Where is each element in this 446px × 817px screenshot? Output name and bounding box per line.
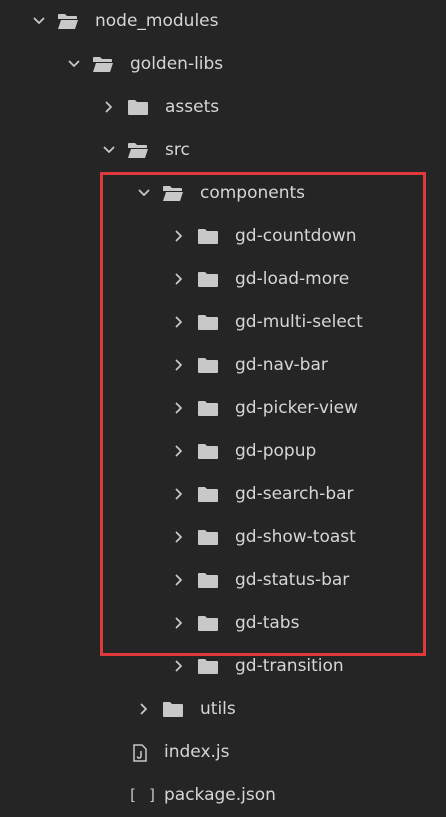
chevron-right-icon[interactable] [171, 516, 187, 559]
folder-icon [197, 387, 219, 430]
tree-item-label: gd-load-more [235, 269, 350, 289]
chevron-right-icon[interactable] [171, 602, 187, 645]
folder-icon [127, 86, 149, 129]
tree-item-label: gd-popup [235, 441, 317, 461]
chevron-right-icon[interactable] [171, 215, 187, 258]
folder-icon [197, 559, 219, 602]
tree-item-label: gd-picker-view [235, 398, 359, 418]
tree-item-src[interactable]: src [0, 129, 446, 172]
tree-item-label: src [165, 140, 190, 160]
folder-icon [197, 301, 219, 344]
chevron-down-icon[interactable] [31, 0, 47, 43]
tree-item-label: gd-transition [235, 656, 344, 676]
folder-icon [197, 516, 219, 559]
tree-item-gd-countdown[interactable]: gd-countdown [0, 215, 446, 258]
folder-icon [197, 215, 219, 258]
json-file-icon: [ ] [128, 786, 159, 804]
tree-item-gd-picker-view[interactable]: gd-picker-view [0, 387, 446, 430]
tree-item-label: gd-multi-select [235, 312, 363, 332]
js-file-icon [132, 731, 154, 774]
folder-icon [197, 344, 219, 387]
chevron-right-icon[interactable] [171, 301, 187, 344]
folder-icon [162, 688, 184, 731]
tree-item-gd-nav-bar[interactable]: gd-nav-bar [0, 344, 446, 387]
chevron-right-icon[interactable] [171, 559, 187, 602]
chevron-right-icon[interactable] [171, 645, 187, 688]
chevron-down-icon[interactable] [136, 172, 152, 215]
file-explorer-tree: node_modules golden-libs assets src componen… [0, 0, 446, 812]
folder-open-icon [92, 43, 114, 86]
chevron-right-icon[interactable] [101, 86, 117, 129]
folder-open-icon [127, 129, 149, 172]
tree-item-label: assets [165, 97, 220, 117]
tree-item-label: gd-search-bar [235, 484, 354, 504]
tree-item-label: node_modules [95, 11, 219, 31]
tree-item-gd-tabs[interactable]: gd-tabs [0, 602, 446, 645]
tree-item-label: gd-tabs [235, 613, 300, 633]
tree-item-gd-status-bar[interactable]: gd-status-bar [0, 559, 446, 602]
chevron-right-icon[interactable] [136, 688, 152, 731]
tree-item-gd-transition[interactable]: gd-transition [0, 645, 446, 688]
chevron-right-icon[interactable] [171, 473, 187, 516]
tree-item-components[interactable]: components [0, 172, 446, 215]
chevron-right-icon[interactable] [171, 258, 187, 301]
tree-item-label: golden-libs [130, 54, 224, 74]
tree-item-label: gd-countdown [235, 226, 357, 246]
folder-icon [197, 602, 219, 645]
tree-item-label: package.json [164, 785, 276, 805]
tree-item-label: index.js [164, 742, 230, 762]
folder-icon [197, 473, 219, 516]
tree-item-label: components [200, 183, 306, 203]
folder-open-icon [57, 0, 79, 43]
folder-icon [197, 258, 219, 301]
tree-item-package-json[interactable]: [ ] package.json [0, 774, 446, 817]
chevron-right-icon[interactable] [171, 387, 187, 430]
chevron-right-icon[interactable] [171, 344, 187, 387]
chevron-down-icon[interactable] [101, 129, 117, 172]
chevron-down-icon[interactable] [66, 43, 82, 86]
tree-item-golden-libs[interactable]: golden-libs [0, 43, 446, 86]
tree-item-gd-multi-select[interactable]: gd-multi-select [0, 301, 446, 344]
folder-open-icon [162, 172, 184, 215]
tree-item-node-modules[interactable]: node_modules [0, 0, 446, 43]
tree-item-label: utils [200, 699, 236, 719]
tree-item-utils[interactable]: utils [0, 688, 446, 731]
tree-item-label: gd-show-toast [235, 527, 356, 547]
folder-icon [197, 430, 219, 473]
tree-item-gd-load-more[interactable]: gd-load-more [0, 258, 446, 301]
tree-item-gd-show-toast[interactable]: gd-show-toast [0, 516, 446, 559]
tree-item-index-js[interactable]: index.js [0, 731, 446, 774]
tree-item-gd-search-bar[interactable]: gd-search-bar [0, 473, 446, 516]
tree-item-label: gd-nav-bar [235, 355, 328, 375]
folder-icon [197, 645, 219, 688]
tree-item-assets[interactable]: assets [0, 86, 446, 129]
tree-item-gd-popup[interactable]: gd-popup [0, 430, 446, 473]
tree-item-label: gd-status-bar [235, 570, 350, 590]
chevron-right-icon[interactable] [171, 430, 187, 473]
